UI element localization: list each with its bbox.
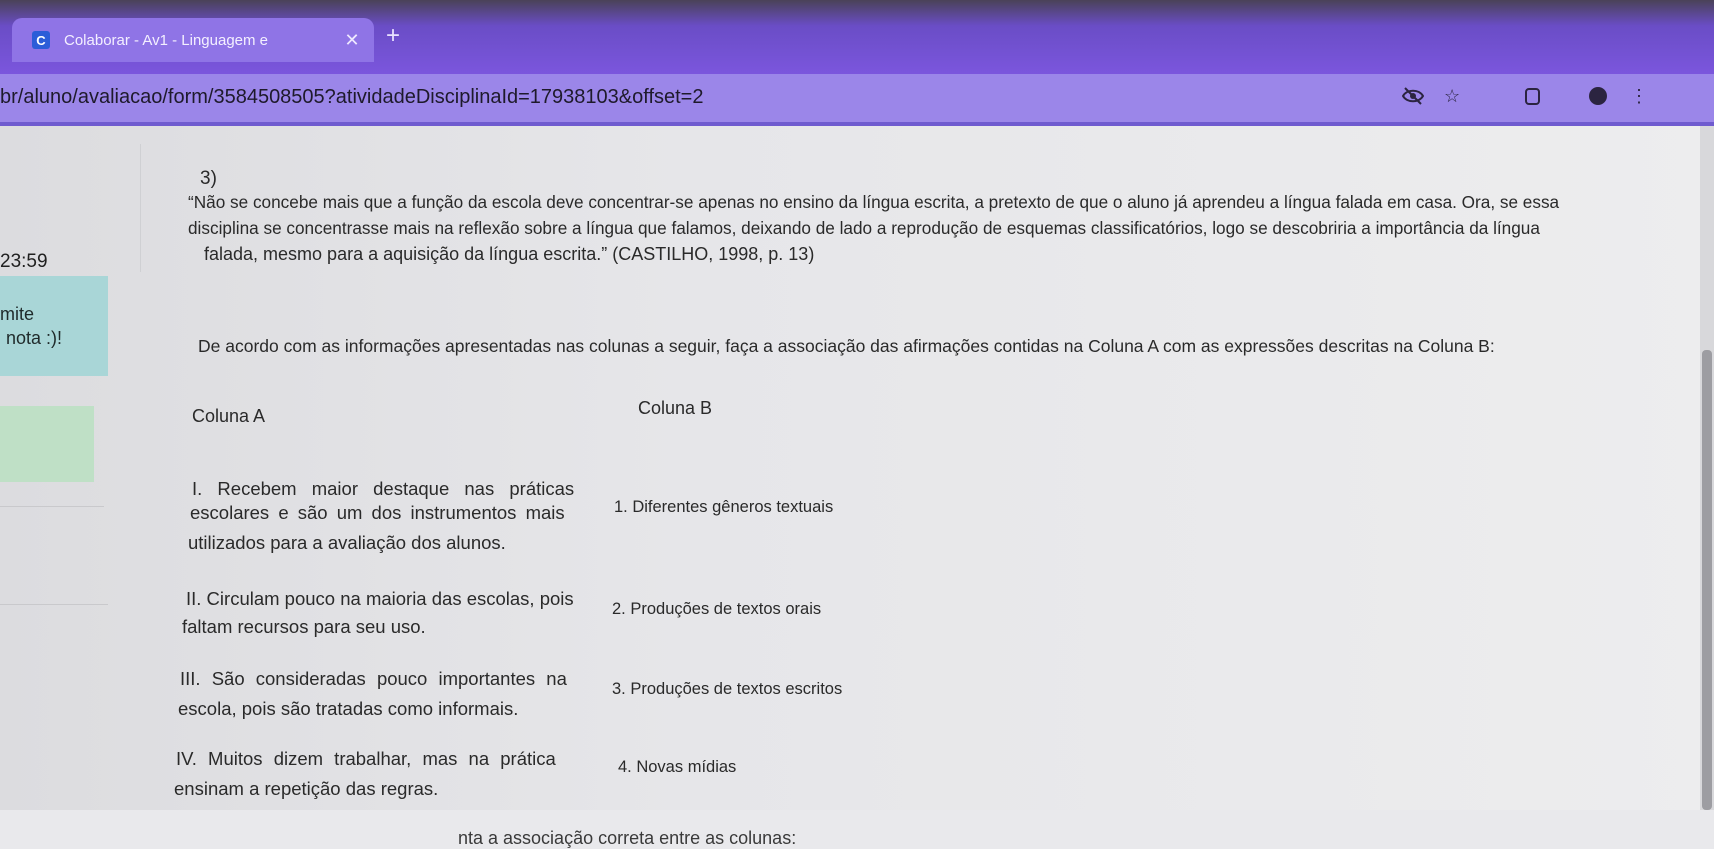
- quote-line: disciplina se concentrasse mais na refle…: [188, 218, 1540, 238]
- info-box: mite nota :)!: [0, 276, 108, 376]
- menu-icon[interactable]: ⋮: [1630, 86, 1648, 107]
- column-a-item-4: IV. Muitos dizem trabalhar, mas na práti…: [176, 748, 556, 769]
- column-b-item-4: 4. Novas mídias: [618, 758, 737, 776]
- column-a-item-1: I. Recebem maior destaque nas práticas: [192, 478, 575, 499]
- column-a-item-4: ensinam a repetição das regras.: [174, 778, 439, 799]
- question-prompt: nta a associação correta entre as coluna…: [458, 828, 797, 848]
- new-tab-button[interactable]: +: [386, 24, 400, 48]
- profile-icon[interactable]: [1588, 86, 1608, 111]
- column-a-item-3: III. São consideradas pouco importantes …: [180, 668, 567, 689]
- address-bar[interactable]: br/aluno/avaliacao/form/3584508505?ativi…: [0, 86, 704, 109]
- quote-line: “Não se concebe mais que a função da esc…: [188, 192, 1560, 212]
- quote-line: falada, mesmo para a aquisição da língua…: [204, 244, 815, 264]
- column-b-header: Coluna B: [638, 398, 713, 418]
- info-box-line1: mite: [0, 304, 35, 324]
- column-b-item-1: 1. Diferentes gêneros textuais: [614, 498, 834, 516]
- column-b-item-2: 2. Produções de textos orais: [612, 600, 822, 618]
- column-a-item-3: escola, pois são tratadas como informais…: [178, 698, 519, 719]
- column-a-item-1: utilizados para a avaliação dos alunos.: [188, 532, 506, 553]
- column-a-header: Coluna A: [192, 406, 266, 426]
- divider: [0, 506, 104, 507]
- scrollbar-thumb[interactable]: [1702, 350, 1712, 810]
- column-a-item-1: escolares e são um dos instrumentos mais: [190, 502, 565, 523]
- page-content: 23:59 mite nota :)! 3) “Não se concebe m…: [0, 126, 1714, 848]
- star-icon[interactable]: ☆: [1444, 86, 1460, 107]
- extension-icon[interactable]: [1524, 86, 1542, 111]
- browser-tab-bar: C Colaborar - Av1 - Linguagem e ✕ +: [0, 0, 1714, 74]
- question-instruction: De acordo com as informações apresentada…: [198, 336, 1495, 356]
- site-favicon-icon: C: [32, 31, 50, 49]
- column-a-item-2: II. Circulam pouco na maioria das escola…: [186, 588, 574, 609]
- eye-slash-icon[interactable]: [1401, 86, 1425, 111]
- page-scrollbar[interactable]: [1700, 126, 1714, 810]
- status-box[interactable]: [0, 406, 94, 482]
- browser-tab[interactable]: C Colaborar - Av1 - Linguagem e ✕: [12, 18, 374, 62]
- question-number: 3): [200, 168, 217, 189]
- column-a-item-2: faltam recursos para seu uso.: [182, 616, 426, 637]
- column-b-item-3: 3. Produções de textos escritos: [612, 680, 843, 698]
- divider: [0, 604, 108, 605]
- tab-close-icon[interactable]: ✕: [340, 30, 364, 51]
- tab-title: Colaborar - Av1 - Linguagem e: [64, 31, 269, 49]
- info-box-line2: nota :)!: [6, 328, 63, 348]
- timer-display: 23:59: [0, 251, 48, 272]
- browser-toolbar: br/aluno/avaliacao/form/3584508505?ativi…: [0, 74, 1714, 122]
